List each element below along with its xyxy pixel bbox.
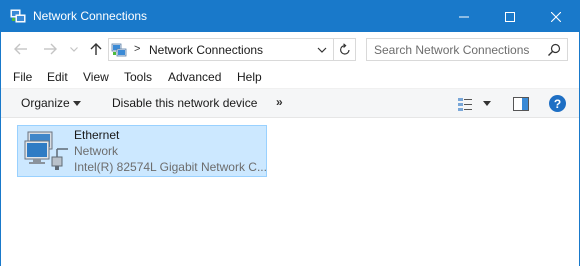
search-placeholder: Search Network Connections — [374, 43, 530, 57]
back-button[interactable] — [12, 40, 30, 58]
maximize-button[interactable] — [487, 1, 533, 32]
menu-file[interactable]: File — [13, 70, 32, 84]
help-icon: ? — [553, 96, 562, 111]
close-icon — [551, 11, 561, 22]
arrow-up-icon — [90, 43, 102, 55]
menu-edit[interactable]: Edit — [47, 70, 68, 84]
refresh-button[interactable] — [334, 38, 356, 61]
breadcrumb-separator[interactable]: > — [134, 43, 140, 55]
up-button[interactable] — [87, 40, 105, 58]
chevron-down-icon[interactable] — [315, 44, 329, 56]
menu-view[interactable]: View — [83, 70, 109, 84]
arrow-left-icon — [14, 43, 27, 55]
close-button[interactable] — [533, 1, 579, 32]
window-title: Network Connections — [33, 9, 148, 23]
connection-item-ethernet[interactable]: Ethernet Network Intel(R) 82574L Gigabit… — [17, 125, 267, 177]
connection-device: Intel(R) 82574L Gigabit Network C... — [74, 160, 267, 174]
menu-advanced[interactable]: Advanced — [168, 70, 221, 84]
network-connections-window: Network Connections > Network Connection… — [0, 0, 580, 266]
minimize-icon — [459, 16, 469, 17]
change-view-icon[interactable] — [457, 96, 473, 112]
disable-device-button[interactable]: Disable this network device — [112, 96, 257, 110]
menu-help[interactable]: Help — [237, 70, 262, 84]
organize-button[interactable]: Organize — [21, 96, 70, 110]
address-bar[interactable]: > Network Connections — [108, 38, 334, 61]
connections-list: Ethernet Network Intel(R) 82574L Gigabit… — [1, 119, 579, 266]
minimize-button[interactable] — [441, 1, 487, 32]
dropdown-arrow-icon[interactable] — [73, 101, 81, 106]
refresh-icon — [339, 43, 350, 55]
ethernet-adapter-icon — [24, 131, 68, 170]
breadcrumb-network-connections[interactable]: Network Connections — [149, 43, 263, 57]
network-connections-icon — [10, 9, 26, 23]
network-connections-icon — [111, 43, 127, 57]
title-bar[interactable]: Network Connections — [1, 1, 579, 32]
menu-tools[interactable]: Tools — [124, 70, 152, 84]
search-input[interactable]: Search Network Connections — [366, 38, 568, 61]
connection-name: Ethernet — [74, 128, 120, 142]
recent-locations-button[interactable] — [67, 40, 81, 58]
forward-button[interactable] — [41, 40, 59, 58]
view-options-dropdown-icon[interactable] — [483, 101, 491, 106]
command-bar: Organize Disable this network device » ? — [1, 88, 579, 118]
search-icon[interactable] — [547, 43, 561, 57]
maximize-icon — [505, 11, 515, 22]
arrow-right-icon — [44, 43, 57, 55]
navigation-bar: > Network Connections Search Network Con… — [1, 32, 579, 66]
menu-bar: File Edit View Tools Advanced Help — [1, 66, 579, 88]
more-commands-button[interactable]: » — [276, 95, 283, 109]
chevron-down-icon — [70, 46, 78, 52]
preview-pane-icon[interactable] — [513, 97, 529, 111]
help-button[interactable]: ? — [549, 95, 566, 112]
connection-status: Network — [74, 144, 119, 158]
